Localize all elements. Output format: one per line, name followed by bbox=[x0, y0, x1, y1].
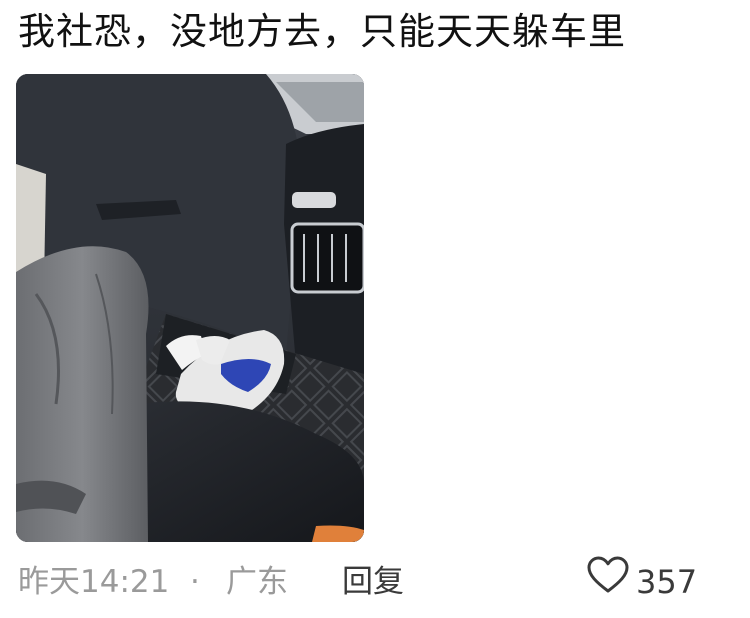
comment-meta: 昨天14:21 · 广东 回复 357 bbox=[18, 555, 732, 609]
heart-outline-icon bbox=[586, 555, 630, 609]
post-location: 广东 bbox=[226, 564, 288, 600]
like-count: 357 bbox=[636, 563, 698, 601]
reply-button[interactable]: 回复 bbox=[342, 558, 404, 606]
post-time: 昨天14:21 bbox=[18, 564, 170, 600]
car-interior-photo bbox=[16, 74, 364, 542]
meta-separator: · bbox=[190, 564, 200, 600]
like-button[interactable]: 357 bbox=[586, 555, 698, 609]
post-text: 我社恐，没地方去，只能天天躲车里 bbox=[18, 10, 626, 53]
post-image[interactable] bbox=[16, 74, 364, 542]
